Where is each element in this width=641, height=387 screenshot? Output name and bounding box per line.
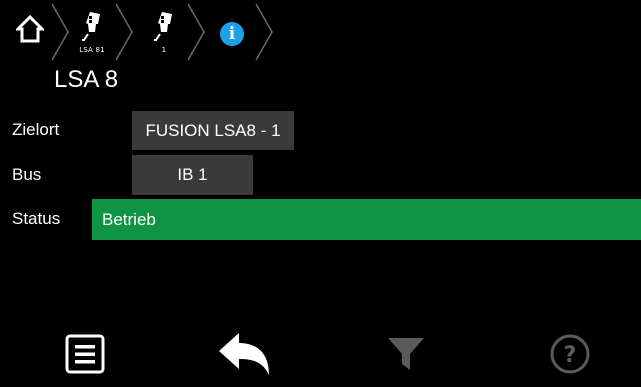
- page-title: LSA 8: [54, 66, 119, 93]
- svg-text:?: ?: [564, 343, 577, 368]
- menu-icon: [65, 334, 105, 373]
- chevron-right-icon: [187, 3, 205, 61]
- menu-button[interactable]: [45, 320, 125, 387]
- info-icon: i: [220, 22, 244, 46]
- back-button[interactable]: [205, 320, 285, 387]
- breadcrumb: LSA 81 1 i: [0, 0, 641, 64]
- chevron-right-icon: [255, 3, 273, 61]
- chevron-right-icon: [51, 3, 69, 61]
- filter-icon: [388, 337, 424, 370]
- bus-label: Bus: [12, 165, 42, 184]
- screen: LSA 81 1 i LSA 8 Zielort FUSION LSA8 - 1…: [0, 0, 641, 387]
- zielort-value: FUSION LSA8 - 1: [132, 111, 294, 150]
- back-arrow-icon: [219, 332, 269, 375]
- help-icon: ?: [550, 334, 590, 373]
- breadcrumb-item-label: 1: [161, 46, 167, 54]
- bottom-toolbar: ?: [0, 320, 641, 387]
- breadcrumb-item-info[interactable]: i: [210, 4, 254, 60]
- breadcrumb-item-lsa81[interactable]: LSA 81: [70, 4, 114, 60]
- filter-button[interactable]: [366, 320, 446, 387]
- bus-value: IB 1: [132, 155, 253, 195]
- help-button[interactable]: ?: [530, 320, 610, 387]
- status-label: Status: [12, 209, 61, 228]
- chevron-right-icon: [115, 3, 133, 61]
- breadcrumb-item-label: LSA 81: [79, 46, 105, 54]
- zielort-label: Zielort: [12, 120, 60, 139]
- status-badge: Betrieb: [92, 199, 641, 240]
- breadcrumb-item-1[interactable]: 1: [142, 4, 186, 60]
- breadcrumb-home[interactable]: [10, 4, 54, 60]
